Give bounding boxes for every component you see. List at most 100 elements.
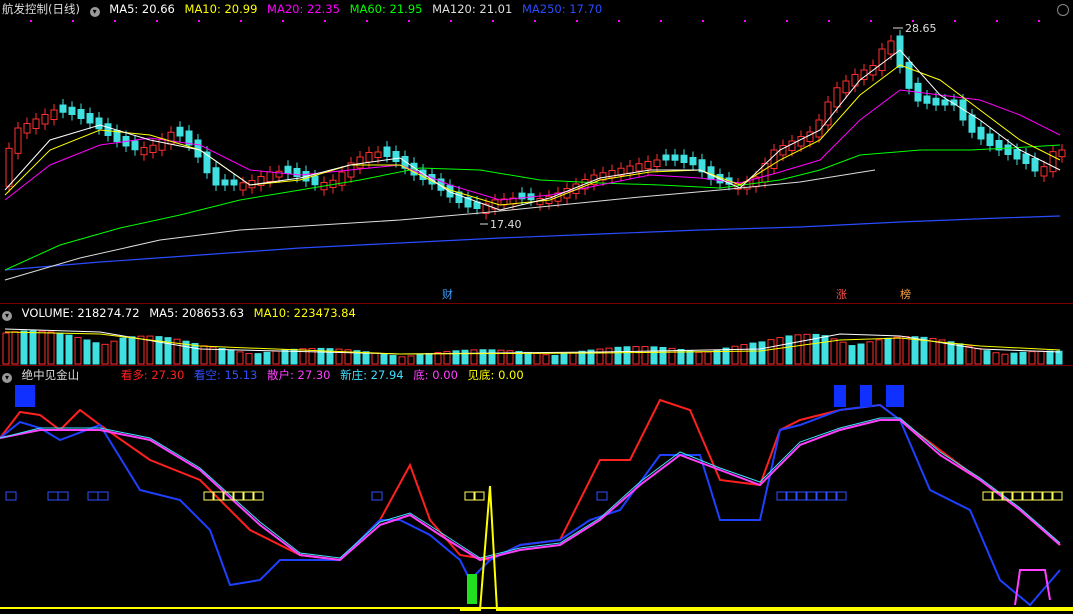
bearish-label: 看空: 15.13 (193, 368, 258, 382)
volume-bar (1010, 352, 1018, 365)
indicator-panel[interactable]: ▾ 绝中见金山 看多: 27.30 看空: 15.13 散户: 27.30 新庄… (0, 366, 1073, 614)
signal-dot (828, 20, 830, 22)
ma5-line (4, 49, 1061, 211)
volume-bar (695, 351, 703, 365)
volume-settings-circle-icon[interactable]: ▾ (2, 311, 12, 321)
candle-body (104, 123, 112, 136)
volume-bar (614, 346, 622, 365)
candle-body (95, 117, 103, 130)
volume-bar (956, 343, 964, 365)
neutral-box-marker (474, 491, 485, 501)
candle-body (644, 161, 652, 170)
bearish-box-marker (836, 491, 847, 501)
volume-bar (632, 346, 640, 365)
neutral-box-marker (233, 491, 244, 501)
volume-header: ▾ VOLUME: 218274.72 MA5: 208653.63 MA10:… (2, 306, 362, 321)
candle-body (230, 179, 238, 186)
bearish-box-marker (371, 491, 383, 501)
signal-dot (72, 20, 74, 22)
volume-bar (227, 349, 235, 365)
volume-bar (128, 336, 136, 365)
candle-body (149, 144, 157, 153)
volume-bar (641, 346, 649, 365)
volume-bar (137, 335, 145, 365)
candle-body (1058, 149, 1066, 158)
volume-bar (398, 356, 406, 365)
candle-body (1004, 144, 1012, 155)
volume-bar (47, 331, 55, 365)
indicator-settings-circle-icon[interactable]: ▾ (2, 373, 12, 383)
volume-bar (965, 345, 973, 365)
candle-body (968, 114, 976, 133)
candle-body (5, 147, 13, 187)
volume-ma10-label: MA10: 223473.84 (253, 306, 356, 320)
volume-bar (83, 339, 91, 365)
signal-dot (492, 20, 494, 22)
candle-body (50, 109, 58, 120)
volume-bar (11, 331, 19, 365)
signal-dot (282, 20, 284, 22)
ma120-label: MA120: 21.01 (432, 2, 513, 16)
settings-circle-icon[interactable]: ▾ (89, 7, 100, 17)
list-marker[interactable]: 榜 (899, 289, 912, 301)
volume-label: VOLUME: 218274.72 (21, 306, 140, 320)
volume-bar (794, 334, 802, 365)
rise-marker[interactable]: 涨 (835, 289, 848, 301)
volume-panel[interactable]: ▾ VOLUME: 218274.72 MA5: 208653.63 MA10:… (0, 304, 1073, 366)
volume-bar (686, 350, 694, 365)
volume-bar (848, 345, 856, 365)
candle-body (356, 156, 364, 169)
retail-line (0, 419, 1061, 562)
neutral-box-marker (203, 491, 214, 501)
ma20-label: MA20: 22.35 (267, 2, 340, 16)
volume-bar (785, 335, 793, 365)
ma10-label: MA10: 20.99 (184, 2, 258, 16)
volume-bar (560, 353, 568, 365)
signal-dot (366, 20, 368, 22)
volume-bar (902, 336, 910, 365)
signal-dot (324, 20, 326, 22)
volume-bar (569, 352, 577, 365)
volume-bar (38, 330, 46, 365)
volume-bar (380, 353, 388, 365)
volume-bar (722, 347, 730, 365)
bearish-box-marker (786, 491, 797, 501)
price-chart-panel[interactable]: 航发控制(日线) ▾ MA5: 20.66 MA10: 20.99 MA20: … (0, 0, 1073, 304)
neutral-box-marker (253, 491, 264, 501)
see-bottom-line (460, 485, 1073, 611)
volume-bar (821, 335, 829, 365)
candle-body (284, 165, 292, 174)
volume-bar (551, 354, 559, 365)
candle-body (59, 104, 67, 113)
volume-bar (65, 334, 73, 365)
high-price-label: 28.65 (905, 22, 937, 35)
candle-body (923, 95, 931, 104)
signal-dot (996, 20, 998, 22)
volume-bar (884, 337, 892, 365)
candle-body (689, 157, 697, 166)
volume-bar (2, 332, 10, 365)
bearish-box-marker (796, 491, 807, 501)
signal-dot (534, 20, 536, 22)
candle-body (212, 167, 220, 186)
candle-body (311, 175, 319, 186)
bearish-box-marker (816, 491, 827, 501)
volume-bar (74, 336, 82, 365)
retail-label: 散户: 27.30 (267, 368, 331, 382)
candle-body (374, 151, 382, 158)
bearish-box-marker (776, 491, 787, 501)
volume-bar (254, 353, 262, 365)
volume-bar (416, 354, 424, 365)
volume-bar (110, 340, 118, 365)
volume-bar (272, 350, 280, 365)
volume-bar (920, 336, 928, 365)
volume-bar (704, 351, 712, 365)
bullish-label: 看多: 27.30 (120, 368, 185, 382)
signal-dot (30, 20, 32, 22)
volume-bar (983, 350, 991, 365)
candle-body (266, 171, 274, 182)
volume-bar (542, 354, 550, 365)
price-header: 航发控制(日线) ▾ MA5: 20.66 MA10: 20.99 MA20: … (2, 2, 608, 17)
top-signal-block (15, 385, 35, 407)
finance-marker[interactable]: 财 (441, 289, 454, 301)
